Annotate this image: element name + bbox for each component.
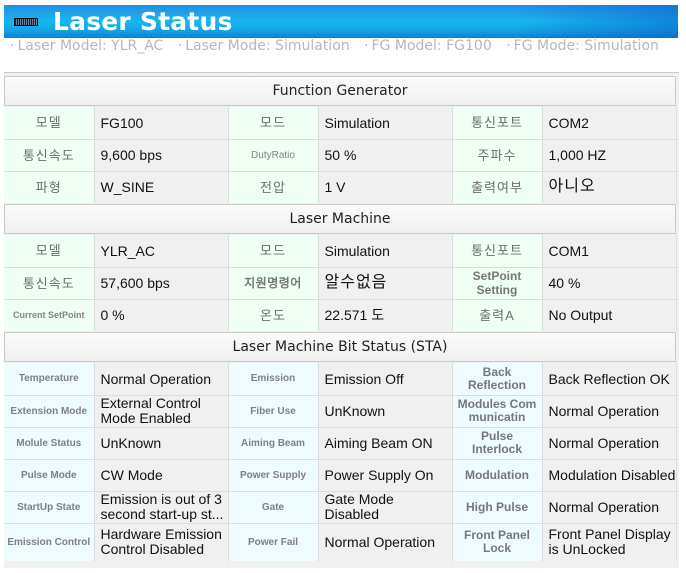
value-bit-fiber-use: UnKnown xyxy=(318,395,453,428)
value-bit-front-panel-lock: Front Panel Display is UnLocked xyxy=(542,523,677,561)
label-fg-output: 출력여부 xyxy=(452,171,543,203)
table-row: 통신속도 9,600 bps DutyRatio 50 % 주파수 1,000 … xyxy=(4,139,677,172)
label-bit-temperature: Temperature xyxy=(4,363,95,396)
status-panel: Function Generator 모델 FG100 모드 Simulatio… xyxy=(4,72,679,568)
label-lm-output-a: 출력A xyxy=(452,299,543,331)
laser-machine-table: 모델 YLR_AC 모드 Simulation 통신포트 COM1 통신속도 5… xyxy=(4,235,677,331)
label-fg-waveform: 파형 xyxy=(4,171,95,203)
title-bar: Laser Status xyxy=(4,5,678,38)
value-bit-modulation: Modulation Disabled xyxy=(542,459,677,492)
label-fg-baud: 통신속도 xyxy=(4,139,95,172)
value-lm-current-setpoint: 0 % xyxy=(94,299,229,331)
value-bit-emission: Emission Off xyxy=(318,363,453,396)
table-row: 모델 FG100 모드 Simulation 통신포트 COM2 xyxy=(4,107,677,140)
label-lm-model: 모델 xyxy=(4,235,95,268)
table-row: 파형 W_SINE 전압 1 V 출력여부 아니오 xyxy=(4,171,677,203)
value-fg-port: COM2 xyxy=(542,107,677,140)
value-bit-aiming-beam: Aiming Beam ON xyxy=(318,427,453,460)
label-fg-model: 모델 xyxy=(4,107,95,140)
label-lm-supported-commands: 지원명령어 xyxy=(228,267,319,300)
info-fg-model: · FG Model: FG100 xyxy=(364,38,492,54)
value-fg-mode: Simulation xyxy=(318,107,453,140)
table-row: Temperature Normal Operation Emission Em… xyxy=(4,363,677,396)
table-row: 통신속도 57,600 bps 지원명령어 알수없음 SetPoint Sett… xyxy=(4,267,677,300)
value-bit-pulse-mode: CW Mode xyxy=(94,459,229,492)
info-fg-mode: · FG Mode: Simulation xyxy=(506,38,659,54)
label-lm-baud: 통신속도 xyxy=(4,267,95,300)
label-lm-setpoint-setting: SetPoint Setting xyxy=(452,267,543,300)
value-fg-frequency: 1,000 HZ xyxy=(542,139,677,172)
label-bit-extension-mode: Extension Mode xyxy=(4,395,95,428)
value-bit-startup-state: Emission is out of 3 second start-up st.… xyxy=(94,491,229,524)
label-bit-back-reflection: Back Reflection xyxy=(452,363,543,396)
table-row: Current SetPoint 0 % 온도 22.571 도 출력A No … xyxy=(4,299,677,331)
value-lm-baud: 57,600 bps xyxy=(94,267,229,300)
value-lm-mode: Simulation xyxy=(318,235,453,268)
label-lm-mode: 모드 xyxy=(228,235,319,268)
value-bit-emission-control: Hardware Emission Control Disabled xyxy=(94,523,229,561)
value-fg-waveform: W_SINE xyxy=(94,171,229,203)
section-header-laser-machine: Laser Machine xyxy=(4,204,676,234)
page-title: Laser Status xyxy=(53,7,233,36)
table-row: Pulse Mode CW Mode Power Supply Power Su… xyxy=(4,459,677,492)
label-fg-frequency: 주파수 xyxy=(452,139,543,172)
table-row: Molule Status UnKnown Aiming Beam Aiming… xyxy=(4,427,677,460)
value-bit-power-supply: Power Supply On xyxy=(318,459,453,492)
info-laser-mode: · Laser Mode: Simulation xyxy=(177,38,350,54)
value-lm-setpoint-setting: 40 % xyxy=(542,267,677,300)
label-bit-emission: Emission xyxy=(228,363,319,396)
value-bit-back-reflection: Back Reflection OK xyxy=(542,363,677,396)
value-bit-modules-communication: Normal Operation xyxy=(542,395,677,428)
value-fg-baud: 9,600 bps xyxy=(94,139,229,172)
value-lm-port: COM1 xyxy=(542,235,677,268)
label-fg-mode: 모드 xyxy=(228,107,319,140)
value-fg-voltage: 1 V xyxy=(318,171,453,203)
section-header-function-generator: Function Generator xyxy=(4,76,676,106)
value-fg-model: FG100 xyxy=(94,107,229,140)
label-bit-pulse-interlock: Pulse Interlock xyxy=(452,427,543,460)
section-header-bit-status: Laser Machine Bit Status (STA) xyxy=(4,332,676,362)
info-laser-model: · Laser Model: YLR_AC xyxy=(10,38,164,54)
table-row: Emission Control Hardware Emission Contr… xyxy=(4,523,677,561)
label-bit-pulse-mode: Pulse Mode xyxy=(4,459,95,492)
value-fg-output: 아니오 xyxy=(542,171,677,203)
label-bit-module-status: Molule Status xyxy=(4,427,95,460)
value-lm-temperature: 22.571 도 xyxy=(318,299,453,331)
value-bit-extension-mode: External Control Mode Enabled xyxy=(94,395,229,428)
value-bit-power-fail: Normal Operation xyxy=(318,523,453,561)
value-lm-output-a: No Output xyxy=(542,299,677,331)
bit-status-table: Temperature Normal Operation Emission Em… xyxy=(4,363,677,561)
value-lm-model: YLR_AC xyxy=(94,235,229,268)
label-bit-power-fail: Power Fail xyxy=(228,523,319,561)
value-bit-module-status: UnKnown xyxy=(94,427,229,460)
table-row: Extension Mode External Control Mode Ena… xyxy=(4,395,677,428)
label-fg-voltage: 전압 xyxy=(228,171,319,203)
label-bit-power-supply: Power Supply xyxy=(228,459,319,492)
label-bit-modulation: Modulation xyxy=(452,459,543,492)
label-lm-temperature: 온도 xyxy=(228,299,319,331)
table-row: 모델 YLR_AC 모드 Simulation 통신포트 COM1 xyxy=(4,235,677,268)
label-bit-aiming-beam: Aiming Beam xyxy=(228,427,319,460)
label-bit-high-pulse: High Pulse xyxy=(452,491,543,524)
value-bit-gate: Gate Mode Disabled xyxy=(318,491,453,524)
label-bit-modules-communication: Modules Communicatin xyxy=(452,395,543,428)
function-generator-table: 모델 FG100 모드 Simulation 통신포트 COM2 통신속도 9,… xyxy=(4,107,677,203)
label-lm-port: 통신포트 xyxy=(452,235,543,268)
label-bit-fiber-use: Fiber Use xyxy=(228,395,319,428)
label-bit-emission-control: Emission Control xyxy=(4,523,95,561)
label-lm-current-setpoint: Current SetPoint xyxy=(4,299,95,331)
label-bit-gate: Gate xyxy=(228,491,319,524)
status-bar-icon xyxy=(14,17,38,26)
label-bit-front-panel-lock: Front Panel Lock xyxy=(452,523,543,561)
value-bit-pulse-interlock: Normal Operation xyxy=(542,427,677,460)
info-bar: · Laser Model: YLR_AC · Laser Mode: Simula… xyxy=(6,39,678,71)
label-fg-port: 통신포트 xyxy=(452,107,543,140)
table-row: StartUp State Emission is out of 3 secon… xyxy=(4,491,677,524)
label-fg-duty-ratio: DutyRatio xyxy=(228,139,319,172)
value-lm-supported-commands: 알수없음 xyxy=(318,267,453,300)
value-bit-temperature: Normal Operation xyxy=(94,363,229,396)
value-fg-duty-ratio: 50 % xyxy=(318,139,453,172)
label-bit-startup-state: StartUp State xyxy=(4,491,95,524)
value-bit-high-pulse: Normal Operation xyxy=(542,491,677,524)
